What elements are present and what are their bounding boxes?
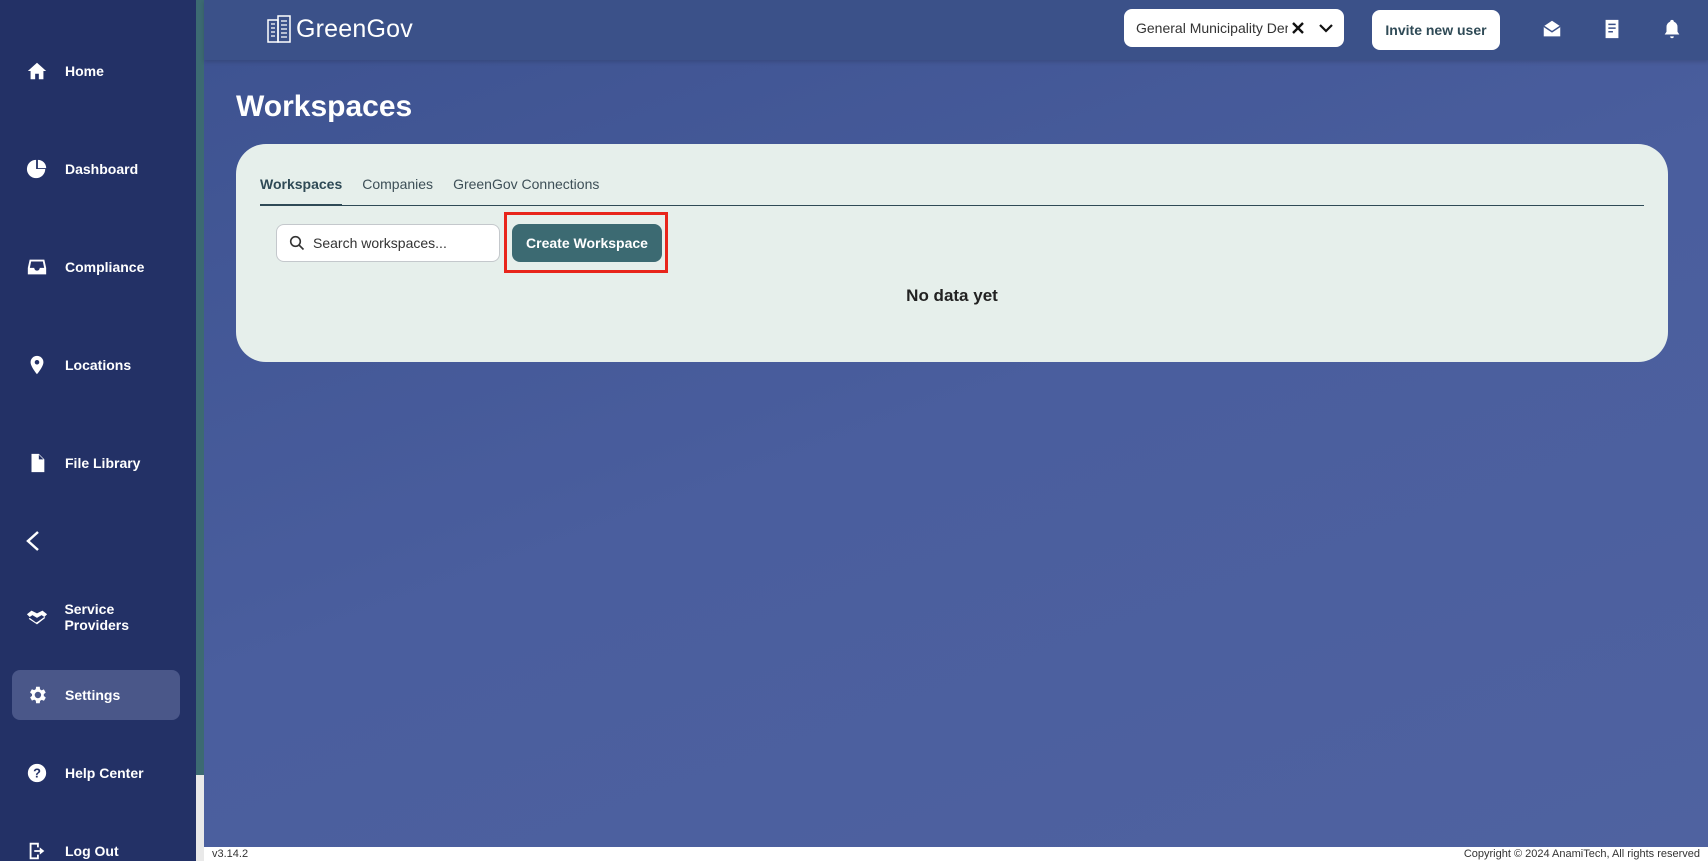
sidebar-item-help-center[interactable]: ? Help Center	[12, 748, 180, 798]
sidebar-item-label: File Library	[65, 455, 141, 471]
sidebar-item-settings[interactable]: Settings	[12, 670, 180, 720]
sidebar-item-label: Log Out	[65, 843, 119, 859]
pie-chart-icon	[25, 157, 49, 181]
collapse-sidebar-button[interactable]	[22, 526, 46, 556]
search-input[interactable]	[313, 235, 493, 251]
sidebar-item-label: Compliance	[65, 259, 145, 275]
sidebar-item-home[interactable]: Home	[12, 46, 180, 96]
chevron-left-icon	[26, 531, 39, 551]
tab-workspaces[interactable]: Workspaces	[260, 176, 343, 206]
sidebar-item-log-out[interactable]: Log Out	[12, 826, 180, 861]
empty-state-text: No data yet	[906, 286, 998, 305]
inbox-icon	[25, 255, 49, 279]
tab-greengov-connections[interactable]: GreenGov Connections	[453, 176, 599, 206]
sidebar-item-compliance[interactable]: Compliance	[12, 242, 180, 292]
copyright-text: Copyright © 2024 AnamiTech, All rights r…	[1463, 848, 1700, 860]
building-icon	[267, 15, 291, 43]
workspaces-card: Workspaces Companies GreenGov Connection…	[236, 144, 1668, 362]
handshake-icon	[25, 605, 48, 629]
close-icon	[1292, 22, 1304, 34]
top-bar: GreenGov General Municipality Demo Invit…	[204, 0, 1708, 60]
sidebar: Home Dashboard Compliance Locations File…	[0, 0, 196, 861]
book-icon[interactable]	[1600, 17, 1624, 41]
clear-selection-button[interactable]	[1290, 19, 1306, 37]
gear-icon	[25, 683, 49, 707]
sidebar-item-label: Locations	[65, 357, 132, 373]
chevron-down-icon	[1319, 24, 1333, 33]
search-icon	[289, 235, 305, 251]
sidebar-divider	[196, 0, 204, 775]
tab-bar: Workspaces Companies GreenGov Connection…	[260, 176, 1644, 206]
logo-text: GreenGov	[296, 14, 413, 43]
main-content: GreenGov General Municipality Demo Invit…	[204, 0, 1708, 847]
sidebar-divider-bottom	[196, 775, 204, 861]
sidebar-item-label: Dashboard	[65, 161, 139, 177]
sidebar-item-file-library[interactable]: File Library	[12, 438, 180, 488]
organization-select[interactable]: General Municipality Demo	[1124, 9, 1344, 47]
page-title: Workspaces	[236, 90, 413, 123]
svg-text:?: ?	[33, 766, 41, 781]
invite-new-user-button[interactable]: Invite new user	[1372, 10, 1500, 50]
dropdown-toggle[interactable]	[1318, 19, 1334, 37]
file-icon	[25, 451, 49, 475]
sidebar-item-label: Home	[65, 63, 104, 79]
bell-icon[interactable]	[1660, 17, 1684, 41]
sidebar-item-service-providers[interactable]: Service Providers	[12, 592, 180, 642]
version-text: v3.14.2	[212, 848, 249, 860]
location-pin-icon	[25, 353, 49, 377]
organization-select-value: General Municipality Demo	[1136, 20, 1288, 36]
mail-icon[interactable]	[1540, 17, 1564, 41]
create-workspace-button[interactable]: Create Workspace	[512, 224, 662, 262]
sidebar-item-dashboard[interactable]: Dashboard	[12, 144, 180, 194]
tab-companies[interactable]: Companies	[362, 176, 433, 206]
sidebar-item-locations[interactable]: Locations	[12, 340, 180, 390]
logout-icon	[25, 839, 49, 861]
sidebar-item-label: Help Center	[65, 765, 144, 781]
app-logo[interactable]: GreenGov	[266, 14, 413, 44]
sidebar-item-label: Settings	[65, 687, 121, 703]
sidebar-item-label: Service Providers	[64, 601, 130, 633]
search-box	[276, 224, 500, 262]
home-icon	[25, 59, 49, 83]
help-circle-icon: ?	[25, 761, 49, 785]
footer: v3.14.2 Copyright © 2024 AnamiTech, All …	[204, 847, 1708, 861]
